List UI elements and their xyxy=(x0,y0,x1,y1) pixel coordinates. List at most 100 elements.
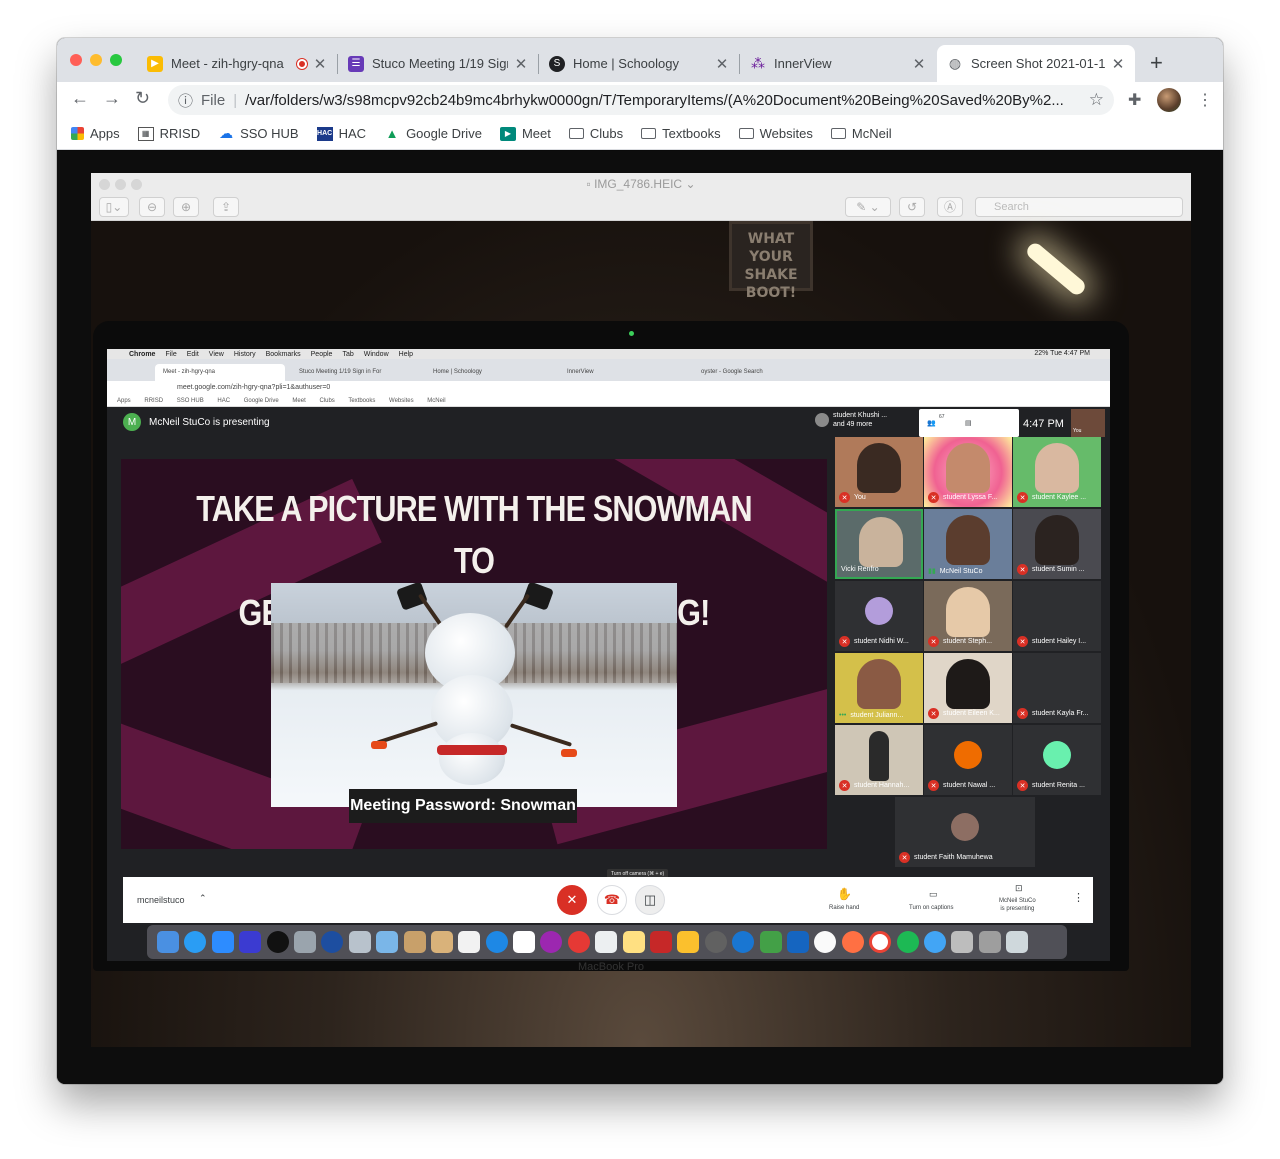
downloads-stack-icon[interactable] xyxy=(951,931,974,953)
url-text[interactable]: /var/folders/w3/s98mcpv92cb24b9mc4brhykw… xyxy=(245,92,1079,109)
close-tab-icon[interactable]: ✕ xyxy=(912,55,926,73)
chevron-up-icon[interactable]: ⌃ xyxy=(199,893,207,904)
keynote-icon[interactable] xyxy=(595,931,618,953)
stickies-icon[interactable] xyxy=(622,931,645,953)
app-store-icon[interactable] xyxy=(732,931,755,953)
people-icon[interactable]: 👥 xyxy=(927,419,936,427)
bookmark-star-icon[interactable]: ☆ xyxy=(1089,90,1104,110)
photo-booth-icon[interactable] xyxy=(376,931,399,953)
documents-stack-icon[interactable] xyxy=(978,931,1001,953)
system-preferences-icon[interactable] xyxy=(704,931,727,953)
profile-avatar[interactable] xyxy=(1157,88,1181,112)
quicktime-icon[interactable] xyxy=(321,931,344,953)
close-window-button[interactable] xyxy=(70,54,82,66)
participant-tile[interactable]: ✕ student Eileen K... xyxy=(924,653,1012,723)
preview-minimize-button[interactable] xyxy=(115,179,126,190)
captions-icon[interactable]: ▭ xyxy=(929,889,938,900)
close-tab-icon[interactable]: ✕ xyxy=(1111,55,1125,73)
calendar-icon[interactable] xyxy=(513,931,536,953)
imovie-icon[interactable] xyxy=(239,931,262,953)
chat-bubble-icon[interactable] xyxy=(923,931,946,953)
participant-tile[interactable]: ✕ student Nidhi W... xyxy=(835,581,923,651)
notes-app-icon[interactable] xyxy=(430,931,453,953)
tab-schoology[interactable]: S Home | Schoology ✕ xyxy=(539,45,739,82)
chrome-icon[interactable] xyxy=(869,931,892,953)
preview-zoom-button[interactable] xyxy=(131,179,142,190)
podcasts-icon[interactable] xyxy=(540,931,563,953)
preview-close-button[interactable] xyxy=(99,179,110,190)
bookmark-apps[interactable]: Apps xyxy=(71,126,120,141)
end-call-button[interactable]: ☎ xyxy=(597,885,627,915)
finder-icon[interactable] xyxy=(157,931,179,953)
forward-arrow-icon[interactable]: → xyxy=(103,88,121,109)
markup-toolbar-icon[interactable]: Ⓐ xyxy=(937,197,963,217)
participant-tile[interactable]: ✕ student Faith Mamuhewa xyxy=(895,797,1035,867)
music-icon[interactable] xyxy=(814,931,837,953)
participant-tile[interactable]: ✕ student Steph... xyxy=(924,581,1012,651)
share-icon[interactable]: ⇪ xyxy=(213,197,239,217)
dictionary-icon[interactable] xyxy=(650,931,673,953)
chevron-down-icon[interactable]: ⌄ xyxy=(685,177,695,191)
bookmark-hac[interactable]: HAC HAC xyxy=(316,126,366,141)
preview-search-input[interactable]: Search xyxy=(975,197,1183,217)
address-bar[interactable]: ⓘ File | /var/folders/w3/s98mcpv92cb24b9… xyxy=(168,85,1114,115)
zoom-in-icon[interactable]: ⊕ xyxy=(173,197,199,217)
word-icon[interactable] xyxy=(786,931,809,953)
participant-tile[interactable]: ▮▮ McNeil StuCo xyxy=(924,509,1012,579)
minimize-window-button[interactable] xyxy=(90,54,102,66)
tab-screen-shot[interactable]: ◍ Screen Shot 2021-01-1 ✕ xyxy=(937,45,1135,82)
news-icon[interactable] xyxy=(567,931,590,953)
spotify-icon[interactable] xyxy=(896,931,919,953)
close-tab-icon[interactable]: ✕ xyxy=(313,55,327,73)
chat-icon[interactable]: ▤ xyxy=(965,419,972,427)
participant-tile[interactable]: ✕ student Kaylee ... xyxy=(1013,437,1101,507)
new-tab-button[interactable]: + xyxy=(1150,50,1163,76)
zoom-icon[interactable] xyxy=(211,931,234,953)
sidebar-toggle-icon[interactable]: ▯⌄ xyxy=(99,197,129,217)
participant-tile[interactable]: ✕ student Sumin ... xyxy=(1013,509,1101,579)
participant-tile[interactable]: ✕ student Kayla Fr... xyxy=(1013,653,1101,723)
reminders-icon[interactable] xyxy=(458,931,481,953)
bookmark-mcneil[interactable]: McNeil xyxy=(830,126,892,141)
camera-button[interactable]: ◫ xyxy=(635,885,665,915)
close-tab-icon[interactable]: ✕ xyxy=(715,55,729,73)
maps-icon[interactable] xyxy=(403,931,426,953)
zoom-out-icon[interactable]: ⊖ xyxy=(139,197,165,217)
participant-tile[interactable]: ✕ student Lyssa F... xyxy=(924,437,1012,507)
participant-tile[interactable]: Vicki Renfro xyxy=(835,509,923,579)
bookmark-rrisd[interactable]: ▦ RRISD xyxy=(137,126,200,141)
participant-tile[interactable]: ••• student Juliann... xyxy=(835,653,923,723)
participant-tile[interactable]: ✕ You xyxy=(835,437,923,507)
participant-tile[interactable]: ✕ student Hannah... xyxy=(835,725,923,795)
more-menu-icon[interactable]: ⋮ xyxy=(1197,90,1213,110)
bookmark-sso-hub[interactable]: ☁ SSO HUB xyxy=(218,125,299,141)
info-icon[interactable]: ⓘ xyxy=(178,90,193,111)
pencil-app-icon[interactable] xyxy=(677,931,700,953)
participant-tile[interactable]: ✕ student Hailey I... xyxy=(1013,581,1101,651)
tab-stuco-meeting[interactable]: ☰ Stuco Meeting 1/19 Sign ✕ xyxy=(338,45,538,82)
bookmark-websites[interactable]: Websites xyxy=(738,126,813,141)
apple-tv-icon[interactable] xyxy=(266,931,289,953)
mic-off-button[interactable]: ✕ xyxy=(557,885,587,915)
safari-icon[interactable] xyxy=(184,931,207,953)
rotate-icon[interactable]: ↺ xyxy=(899,197,925,217)
bookmark-textbooks[interactable]: Textbooks xyxy=(641,126,721,141)
participant-tile[interactable]: ✕ student Nawal ... xyxy=(924,725,1012,795)
tab-meet[interactable]: ▶ Meet - zih-hgry-qna ✕ xyxy=(137,45,337,82)
participant-tile[interactable]: ✕ student Renita ... xyxy=(1013,725,1101,795)
more-options-icon[interactable]: ⋮ xyxy=(1073,891,1084,904)
present-icon[interactable]: ⊡ xyxy=(1015,883,1023,894)
markup-pen-icon[interactable]: ✎ ⌄ xyxy=(845,197,891,217)
extensions-puzzle-icon[interactable]: ✚ xyxy=(1128,90,1141,110)
launchpad-icon[interactable] xyxy=(348,931,371,953)
app-store-compass-icon[interactable] xyxy=(485,931,508,953)
close-tab-icon[interactable]: ✕ xyxy=(514,55,528,73)
bookmark-clubs[interactable]: Clubs xyxy=(568,126,623,141)
tab-innerview[interactable]: ⁂ InnerView ✕ xyxy=(740,45,936,82)
bookmark-google-drive[interactable]: ▲ Google Drive xyxy=(384,126,482,141)
raise-hand-icon[interactable]: ✋ xyxy=(837,887,852,901)
zoom-window-button[interactable] xyxy=(110,54,122,66)
back-arrow-icon[interactable]: ← xyxy=(71,88,89,109)
photos-icon[interactable] xyxy=(841,931,864,953)
trash-icon[interactable] xyxy=(1006,931,1029,953)
